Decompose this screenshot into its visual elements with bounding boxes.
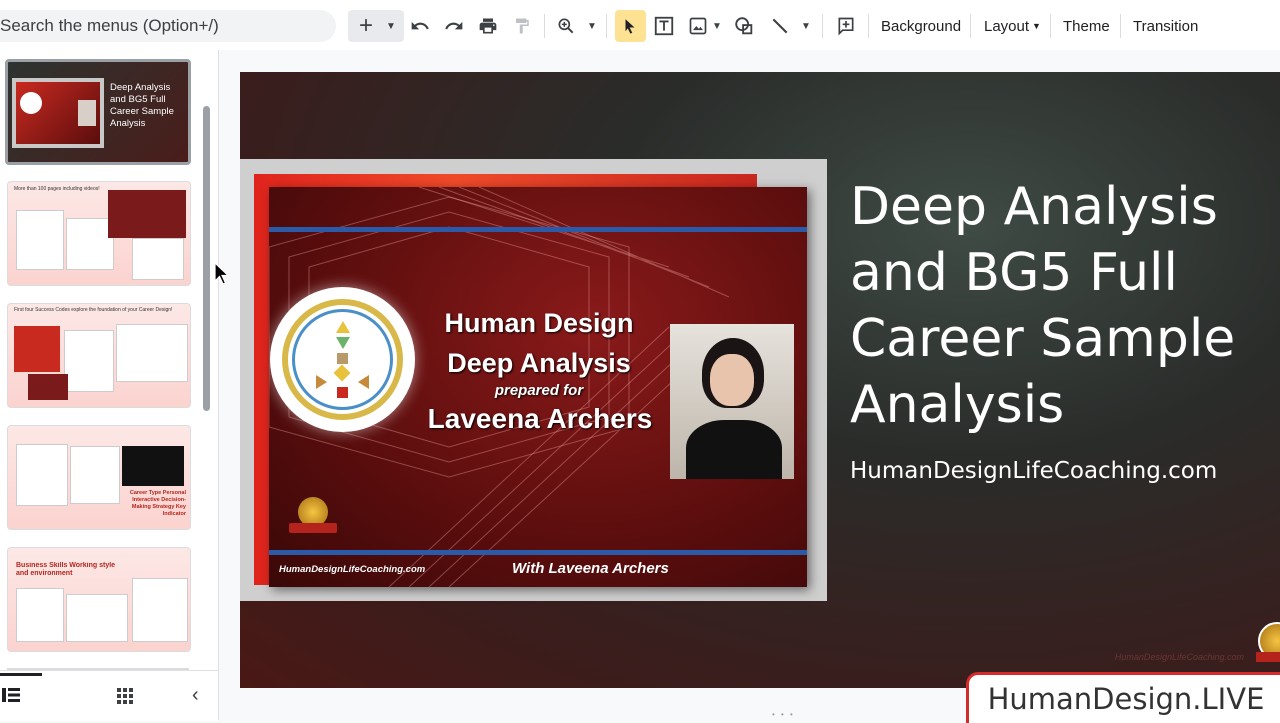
solar-plexus-center-icon [358,375,369,389]
zoom-dropdown-icon[interactable]: ▼ [584,12,600,40]
toolbar-divider [1050,14,1051,38]
bottom-blue-rule [269,550,807,555]
theme-button[interactable]: Theme [1063,14,1110,38]
slide-thumbnail-1[interactable]: Deep Analysis and BG5 Full Career Sample… [5,59,191,165]
bodygraph-circle [270,287,415,432]
shape-icon[interactable] [732,12,756,40]
thumb-3-page [14,326,60,372]
list-view-icon[interactable] [2,687,20,708]
toolbar: Search the menus (Option+/) + ▼ ▼ ▼ ▼ Ba [0,0,1280,51]
slide-thumbnail-3[interactable]: First four Success Codes explore the fou… [7,303,191,408]
layout-dropdown-icon: ▼ [1032,21,1041,31]
slide-image-card[interactable]: Human Design Deep Analysis prepared for … [269,187,807,587]
slide-title[interactable]: Deep Analysis and BG5 Full Career Sample… [850,174,1270,438]
grid-view-icon[interactable] [117,688,133,709]
slide-thumbnail-4[interactable]: Career Type Personal Interactive Decisio… [7,425,191,530]
thumb-3-caption: First four Success Codes explore the fou… [14,307,173,313]
thumb-2-page [16,210,64,270]
undo-icon[interactable] [408,12,432,40]
top-blue-rule [269,227,807,232]
inner-title-human-design: Human Design [444,308,634,338]
slide-title-line: Career Sample [850,309,1236,369]
thumb-2-page [132,238,184,280]
list-view-indicator [0,673,42,676]
slide-watermark: HumanDesignLifeCoaching.com [1114,652,1244,662]
live-brand-overlay: HumanDesign.LIVE [966,672,1280,723]
transition-button[interactable]: Transition [1133,14,1198,38]
slide-thumbnail-5[interactable]: Business Skills Working style and enviro… [7,547,191,652]
toolbar-divider [970,14,971,38]
plus-icon[interactable]: + [354,12,378,40]
slide-filmstrip: Deep Analysis and BG5 Full Career Sample… [0,50,218,670]
inner-footer-url: HumanDesignLifeCoaching.com [279,564,426,575]
thumb-1-caption: Deep Analysis and BG5 Full Career Sample… [110,82,174,129]
layout-button[interactable]: Layout ▼ [984,14,1041,38]
image-dropdown-icon[interactable]: ▼ [710,12,724,40]
image-icon[interactable] [686,12,710,40]
redo-icon[interactable] [442,12,466,40]
thumb-5-page [66,594,128,642]
thumb-2-page [66,218,114,270]
line-icon[interactable] [768,12,792,40]
thumb-5-caption: Business Skills Working style and enviro… [16,562,116,577]
current-slide[interactable]: Human Design Deep Analysis prepared for … [240,72,1280,688]
thumb-3-page [64,330,114,392]
ajna-center-icon [336,337,350,349]
live-brand-label: HumanDesign.LIVE [987,682,1265,716]
thumb-4-page [70,446,120,504]
thumb-1-photo [78,100,96,126]
select-cursor-icon[interactable] [618,12,642,40]
thumb-4-caption: Career Type Personal Interactive Decisio… [129,490,186,517]
thumb-4-page [122,446,184,486]
paint-format-icon[interactable] [510,12,534,40]
toolbar-divider [1120,14,1121,38]
corner-award-logo-icon [1256,622,1280,666]
slide-url-text[interactable]: HumanDesignLifeCoaching.com [850,458,1217,484]
search-menus-input[interactable]: Search the menus (Option+/) [0,10,336,42]
filmstrip-scrollbar[interactable] [203,106,210,411]
toolbar-divider [544,14,545,38]
head-center-icon [336,321,350,333]
add-comment-icon[interactable] [834,12,858,40]
slide-title-line: Analysis [850,375,1065,435]
photo-body [686,420,782,479]
slide-title-line: and BG5 Full [850,243,1178,303]
collapse-panel-icon[interactable]: ‹ [192,684,199,707]
zoom-icon[interactable] [554,12,578,40]
spleen-center-icon [316,375,327,389]
thumb-1-bodygraph [20,92,42,114]
photo-face [710,354,754,406]
inner-client-name: Laveena Archers [427,403,653,434]
sacral-center-icon [337,387,348,398]
thumb-3-page [28,374,68,400]
drag-handle-icon[interactable]: • • • [772,710,795,719]
inner-footer-with: With Laveena Archers [512,560,669,577]
background-button[interactable]: Background [881,14,961,38]
print-icon[interactable] [476,12,500,40]
toolbar-divider [868,14,869,38]
slide-thumbnail-2[interactable]: More than 100 pages including videos! [7,181,191,286]
thumb-5-page [16,588,64,642]
coach-photo [670,324,794,479]
text-box-icon[interactable] [652,12,676,40]
new-slide-dropdown-icon[interactable]: ▼ [382,12,400,40]
search-menus-placeholder: Search the menus (Option+/) [0,16,219,35]
filmstrip-view-bar: ‹ [0,670,218,721]
award-badge-icon [289,497,337,537]
toolbar-divider [822,14,823,38]
inner-prepared-for: prepared for [494,382,584,399]
award-badge-ribbon [289,523,337,533]
mouse-cursor-icon [214,261,230,291]
layout-label: Layout [984,17,1030,35]
corner-logo-ribbon [1256,652,1280,662]
thumb-2-page [108,190,186,238]
thumb-3-page [116,324,188,382]
thumb-4-page [16,444,68,506]
slide-title-line: Deep Analysis [850,177,1218,237]
toolbar-divider [606,14,607,38]
inner-title-deep-analysis: Deep Analysis [447,348,631,378]
thumb-5-page [132,578,188,642]
line-dropdown-icon[interactable]: ▼ [798,12,814,40]
throat-center-icon [337,353,348,364]
